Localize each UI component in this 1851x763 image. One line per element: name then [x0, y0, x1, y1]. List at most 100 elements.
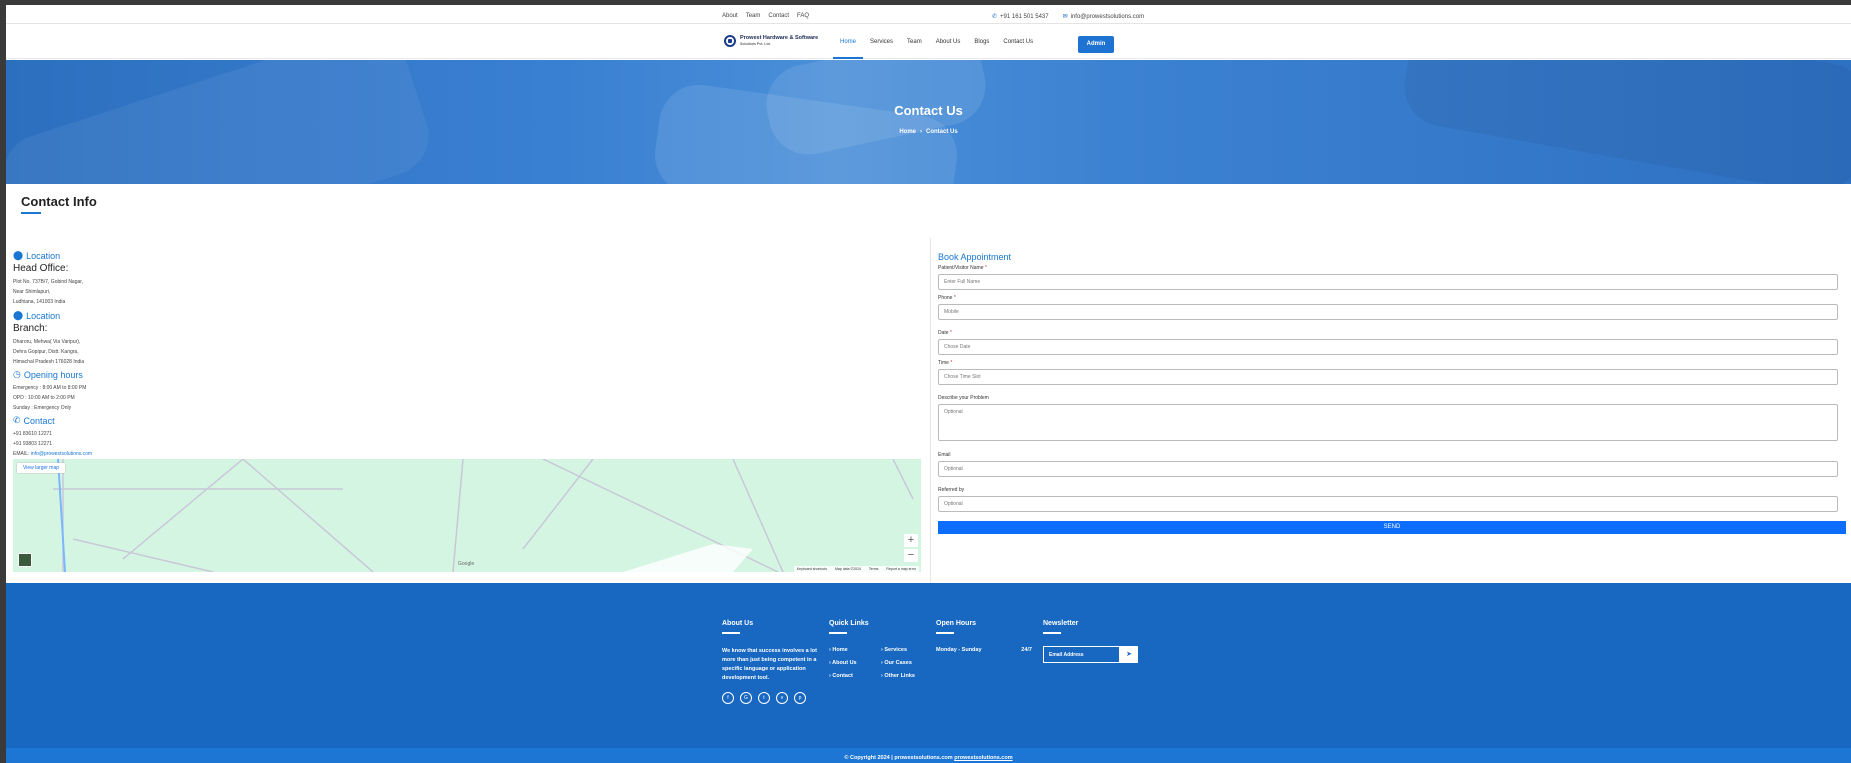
twitter-icon[interactable]: t	[758, 691, 770, 704]
vimeo-icon[interactable]: v	[776, 691, 788, 704]
top-email[interactable]: ✉ info@prowestsolutions.com	[1063, 13, 1145, 20]
location-label: Location	[26, 310, 61, 321]
zoom-in-button[interactable]: +	[904, 534, 918, 547]
zoom-out-button[interactable]: −	[904, 549, 918, 562]
footer-about-text: We know that success involves a lot more…	[722, 647, 817, 681]
link-text: About Us	[832, 659, 857, 666]
nav-team[interactable]: Team	[900, 39, 929, 59]
social-links: f G t v p	[722, 691, 820, 704]
report-error-link[interactable]: Report a map error	[886, 567, 916, 571]
nav-services[interactable]: Services	[863, 39, 900, 59]
label-text: Date	[938, 330, 949, 336]
hours-line: Sunday : Emergency Only	[13, 405, 72, 411]
time-input[interactable]: Chose Time Slot	[938, 369, 1838, 385]
phone-input[interactable]: Mobile	[938, 304, 1838, 320]
name-input[interactable]: Enter Full Name	[938, 274, 1838, 290]
link-text: Our Cases	[884, 659, 912, 666]
quick-links-list: › Home › Services › About Us › Our Cases…	[829, 647, 933, 679]
copyright-link[interactable]: prowestsolutions.com	[954, 755, 1012, 761]
view-larger-map-link[interactable]: View larger map	[17, 463, 66, 473]
head-office-address: Plot No. 737B/7, Gobind Nagar, Near Shim…	[13, 277, 83, 307]
phone-icon: ✆	[992, 14, 998, 20]
label-text: Patient/Visitor Name	[938, 265, 984, 271]
map-roads	[53, 459, 914, 572]
quick-link-contact[interactable]: › Contact	[829, 673, 881, 679]
title-underline	[21, 212, 41, 214]
quick-link-other-links[interactable]: › Other Links	[881, 673, 933, 679]
top-link-team[interactable]: Team	[746, 13, 761, 19]
label-text: Phone	[938, 295, 953, 301]
top-phone[interactable]: ✆ +91 161 501 5437	[992, 13, 1049, 20]
top-link-about[interactable]: About	[722, 13, 738, 19]
problem-textarea[interactable]: Optional	[938, 404, 1838, 441]
footer-newsletter: Newsletter Email Address ➤	[1043, 620, 1138, 663]
nav-contact-us[interactable]: Contact Us	[996, 39, 1040, 59]
copyright-bar: © Copyright 2024 | prowestsolutions.com …	[6, 748, 1851, 763]
footer-about-title: About Us	[722, 620, 754, 627]
embedded-map[interactable]: View larger map + − Google Keyboard shor…	[13, 459, 921, 572]
send-button[interactable]: SEND	[938, 521, 1846, 534]
quick-link-services[interactable]: › Services	[881, 647, 933, 653]
facebook-icon[interactable]: f	[722, 691, 734, 704]
email-link[interactable]: info@prowestsolutions.com	[31, 451, 92, 457]
copyright-text: © Copyright 2024 | prowestsolutions.com	[844, 755, 953, 761]
page-title: Contact Us	[894, 103, 963, 118]
footer-quick-title: Quick Links	[829, 620, 869, 627]
google-plus-icon[interactable]: G	[740, 691, 752, 704]
label-text: Time	[938, 360, 949, 366]
phone-number[interactable]: +91 83610 12271	[13, 429, 92, 439]
location-label: Location	[26, 250, 61, 261]
nav-home[interactable]: Home	[833, 39, 864, 59]
terms-link[interactable]: Terms	[869, 567, 879, 571]
quick-link-our-cases[interactable]: › Our Cases	[881, 660, 933, 666]
top-link-contact[interactable]: Contact	[768, 13, 789, 19]
map-pin-icon: ⬤	[13, 310, 24, 320]
required-mark: *	[949, 330, 952, 336]
keyboard-shortcuts-link[interactable]: Keyboard shortcuts	[797, 567, 827, 571]
newsletter-form: Email Address ➤	[1043, 645, 1138, 663]
date-input[interactable]: Chose Date	[938, 339, 1838, 355]
phone-number[interactable]: +91 93803 12271	[13, 439, 92, 449]
quick-link-home[interactable]: › Home	[829, 647, 881, 653]
link-text: Contact	[832, 672, 853, 679]
branch-heading: Branch:	[13, 323, 48, 334]
contact-list: +91 83610 12271 +91 93803 12271 EMAIL: i…	[13, 429, 92, 459]
map-footer: Keyboard shortcuts Map data ©2024 Terms …	[793, 566, 919, 572]
head-office-heading: Head Office:	[13, 263, 69, 274]
map-data-text: Map data ©2024	[834, 567, 861, 571]
required-mark: *	[953, 295, 956, 301]
newsletter-email-input[interactable]: Email Address	[1043, 645, 1120, 663]
footer-quick-links: Quick Links › Home › Services › About Us…	[829, 620, 933, 679]
breadcrumb-home[interactable]: Home	[899, 129, 916, 135]
location-heading: ⬤ Location	[13, 250, 60, 261]
top-links: About Team Contact FAQ	[722, 13, 809, 19]
link-text: Other Links	[884, 672, 915, 679]
pinterest-icon[interactable]: p	[794, 691, 806, 704]
admin-button[interactable]: Admin	[1078, 36, 1114, 53]
site-footer: About Us We know that success involves a…	[6, 583, 1851, 763]
hero-background-shape	[6, 60, 439, 184]
quick-link-about-us[interactable]: › About Us	[829, 660, 881, 666]
top-link-faq[interactable]: FAQ	[797, 13, 809, 19]
nav-about-us[interactable]: About Us	[929, 39, 968, 59]
email-prefix: EMAIL:	[13, 451, 30, 457]
referred-input[interactable]: Optional	[938, 496, 1838, 512]
breadcrumb: Home › Contact Us	[6, 129, 1851, 135]
footer-news-title: Newsletter	[1043, 620, 1079, 627]
send-icon[interactable]: ➤	[1120, 645, 1138, 663]
map-type-toggle[interactable]	[18, 553, 32, 567]
address-line: Himachal Pradesh 176028 India	[13, 359, 85, 365]
brand-logo[interactable]: Prowest Hardware & Software Solutions Pv…	[724, 35, 818, 47]
title-underline	[1043, 632, 1061, 634]
contact-info-title: Contact Info	[21, 194, 97, 209]
browser-viewport: About Team Contact FAQ ✆ +91 161 501 5437…	[6, 5, 1851, 763]
hours-row: Monday - Sunday 24/7	[936, 647, 1032, 653]
address-line: Dehra Gopipur, Distt. Kangra,	[13, 349, 79, 355]
date-label: Date *	[938, 330, 952, 336]
top-bar: About Team Contact FAQ ✆ +91 161 501 5437…	[6, 5, 1851, 24]
email-line: EMAIL: info@prowestsolutions.com	[13, 449, 92, 459]
email-input[interactable]: Optional	[938, 461, 1838, 477]
required-mark: *	[984, 265, 987, 271]
nav-blogs[interactable]: Blogs	[967, 39, 996, 59]
email-label: Email	[938, 452, 951, 458]
